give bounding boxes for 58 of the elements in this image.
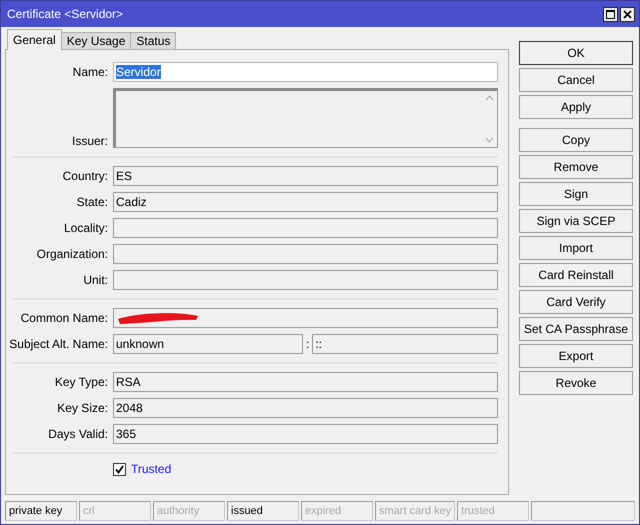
scroll-up-icon[interactable] [484,95,494,101]
text-field[interactable]: unknown [113,334,303,354]
field-label: Locality: [62,221,109,235]
dialog-button[interactable]: Revoke [519,371,633,395]
field-label: Key Size: [56,401,109,415]
text-field[interactable] [113,218,498,238]
dialog-button[interactable]: Sign via SCEP [519,209,633,233]
checkbox[interactable] [113,462,126,476]
dialog-button[interactable]: Export [519,344,633,368]
text-field[interactable]: ES [113,166,498,186]
field-label: Subject Alt. Name: [8,337,109,351]
dialog-button[interactable]: Apply [519,95,633,119]
status-flag: crl [79,501,151,521]
field-label: Country: [62,169,109,183]
maximize-button[interactable] [603,6,618,22]
window-title: Certificate <Servidor> [7,7,124,21]
field-label: Name: [72,65,109,79]
tab[interactable]: Status [130,32,176,50]
field-label: Unit: [82,273,109,287]
dialog-button[interactable]: OK [519,41,633,65]
dialog-button[interactable]: Cancel [519,68,633,92]
dialog-button[interactable]: Remove [519,155,633,179]
maximize-icon [606,10,615,18]
dialog-button[interactable]: Card Verify [519,290,633,314]
text-field[interactable] [113,308,498,328]
text-field[interactable]: Servidor [113,62,498,82]
dialog-button[interactable]: Sign [519,182,633,206]
scroll-down-icon[interactable] [484,137,494,143]
status-flag: trusted [457,501,530,521]
dialog-button[interactable]: Card Reinstall [519,263,633,287]
status-flag: expired [301,501,373,521]
status-flag: issued [227,501,299,521]
tab[interactable]: Key Usage [60,32,132,50]
text-field[interactable]: RSA [113,372,498,392]
dialog-button[interactable]: Set CA Passphrase [519,317,633,341]
field-label: Days Valid: [47,427,109,441]
tab[interactable]: General [7,29,62,50]
text-field[interactable]: Cadiz [113,192,498,212]
text-field[interactable] [113,244,498,264]
field-label: State: [76,195,109,209]
status-flag: smart card key [375,501,456,521]
field-label: Common Name: [20,311,109,325]
close-icon [623,10,632,18]
close-button[interactable] [620,6,635,22]
separator-text: : [305,337,310,351]
dialog-button[interactable]: Copy [519,128,633,152]
field-label: Organization: [36,247,109,261]
status-flag: private key [5,501,77,521]
checkbox-label[interactable]: Trusted [131,462,172,476]
text-field[interactable] [113,270,498,290]
field-label: Key Type: [54,375,109,389]
text-field[interactable]: :: [312,334,498,354]
field-label: Issuer: [70,134,109,148]
text-field[interactable]: 2048 [113,398,498,418]
status-flag: authority [153,501,225,521]
text-area[interactable] [113,88,498,148]
text-field[interactable]: 365 [113,424,498,444]
dialog-button[interactable]: Import [519,236,633,260]
